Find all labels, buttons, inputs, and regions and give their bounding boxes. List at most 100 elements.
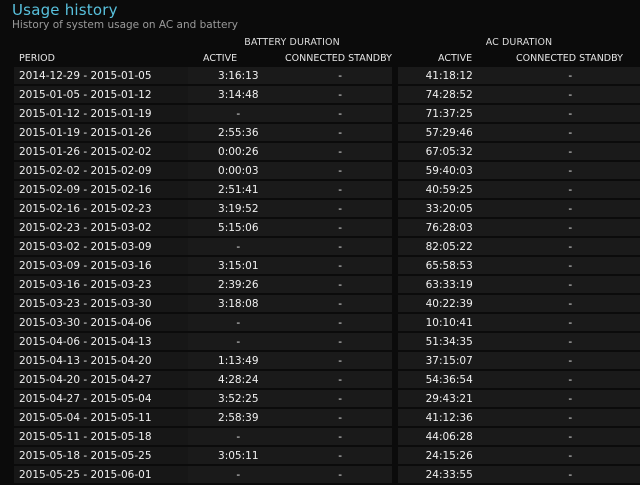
battery-active-cell: -: [188, 238, 289, 255]
usage-history-table: 2014-12-29 - 2015-01-05 3:16:13-41:18:12-…: [14, 65, 640, 485]
battery-active-cell: 3:16:13: [188, 67, 289, 84]
battery-active-cell: -: [188, 428, 289, 445]
ac-active-cell: 24:33:55: [397, 466, 501, 483]
battery-active-cell: 3:19:52: [188, 200, 289, 217]
battery-standby-cell: -: [288, 390, 398, 407]
ac-active-cell: 51:34:35: [397, 333, 501, 350]
ac-standby-cell: -: [500, 409, 640, 426]
table-row: 2015-04-20 - 2015-04-27 4:28:24-54:36:54-: [14, 371, 640, 388]
period-cell: 2015-01-19 - 2015-01-26: [14, 124, 189, 141]
ac-active-cell: 44:06:28: [397, 428, 501, 445]
ac-active-cell: 67:05:32: [397, 143, 501, 160]
table-row: 2015-04-06 - 2015-04-13- -51:34:35-: [14, 333, 640, 350]
column-header-ac-standby: CONNECTED STANDBY: [516, 53, 623, 64]
ac-standby-cell: -: [500, 67, 640, 84]
period-cell: 2015-05-25 - 2015-06-01: [14, 466, 189, 483]
period-cell: 2015-03-02 - 2015-03-09: [14, 238, 189, 255]
battery-active-cell: -: [188, 314, 289, 331]
ac-active-cell: 74:28:52: [397, 86, 501, 103]
period-cell: 2015-01-05 - 2015-01-12: [14, 86, 189, 103]
column-header-period: PERIOD: [19, 53, 55, 64]
table-row: 2014-12-29 - 2015-01-05 3:16:13-41:18:12-: [14, 67, 640, 84]
period-cell: 2015-04-06 - 2015-04-13: [14, 333, 189, 350]
table-row: 2015-03-23 - 2015-03-30 3:18:08-40:22:39-: [14, 295, 640, 312]
battery-active-cell: 0:00:26: [188, 143, 289, 160]
page-subtitle: History of system usage on AC and batter…: [12, 19, 238, 31]
column-header-row: PERIOD ACTIVE CONNECTED STANDBY ACTIVE C…: [0, 53, 640, 64]
battery-active-cell: 3:15:01: [188, 257, 289, 274]
ac-active-cell: 40:22:39: [397, 295, 501, 312]
battery-active-cell: 0:00:03: [188, 162, 289, 179]
ac-standby-cell: -: [500, 447, 640, 464]
battery-active-cell: 3:05:11: [188, 447, 289, 464]
ac-duration-header: AC DURATION: [485, 37, 553, 48]
ac-active-cell: 37:15:07: [397, 352, 501, 369]
ac-standby-cell: -: [500, 86, 640, 103]
period-cell: 2015-02-09 - 2015-02-16: [14, 181, 189, 198]
ac-active-cell: 82:05:22: [397, 238, 501, 255]
battery-active-cell: 3:52:25: [188, 390, 289, 407]
battery-standby-cell: -: [288, 124, 398, 141]
battery-active-cell: 3:18:08: [188, 295, 289, 312]
battery-standby-cell: -: [288, 466, 398, 483]
ac-active-cell: 41:18:12: [397, 67, 501, 84]
page-title: Usage history: [12, 1, 118, 19]
battery-standby-cell: -: [288, 67, 398, 84]
battery-standby-cell: -: [288, 371, 398, 388]
table-row: 2015-01-19 - 2015-01-26 2:55:36-57:29:46-: [14, 124, 640, 141]
battery-standby-cell: -: [288, 257, 398, 274]
table-row: 2015-03-02 - 2015-03-09- -82:05:22-: [14, 238, 640, 255]
table-row: 2015-03-16 - 2015-03-23 2:39:26-63:33:19-: [14, 276, 640, 293]
battery-active-cell: -: [188, 105, 289, 122]
period-cell: 2015-02-23 - 2015-03-02: [14, 219, 189, 236]
period-cell: 2015-04-27 - 2015-05-04: [14, 390, 189, 407]
ac-standby-cell: -: [500, 333, 640, 350]
ac-active-cell: 10:10:41: [397, 314, 501, 331]
table-row: 2015-02-09 - 2015-02-16 2:51:41-40:59:25-: [14, 181, 640, 198]
period-cell: 2015-01-12 - 2015-01-19: [14, 105, 189, 122]
ac-standby-cell: -: [500, 257, 640, 274]
ac-active-cell: 33:20:05: [397, 200, 501, 217]
period-cell: 2015-04-20 - 2015-04-27: [14, 371, 189, 388]
battery-active-cell: 4:28:24: [188, 371, 289, 388]
battery-active-cell: 2:39:26: [188, 276, 289, 293]
table-row: 2015-02-16 - 2015-02-23 3:19:52-33:20:05-: [14, 200, 640, 217]
ac-active-cell: 40:59:25: [397, 181, 501, 198]
ac-active-cell: 57:29:46: [397, 124, 501, 141]
battery-standby-cell: -: [288, 295, 398, 312]
table-row: 2015-05-11 - 2015-05-18- -44:06:28-: [14, 428, 640, 445]
ac-standby-cell: -: [500, 352, 640, 369]
ac-active-cell: 65:58:53: [397, 257, 501, 274]
period-cell: 2015-05-18 - 2015-05-25: [14, 447, 189, 464]
ac-standby-cell: -: [500, 314, 640, 331]
table-row: 2015-03-30 - 2015-04-06- -10:10:41-: [14, 314, 640, 331]
period-cell: 2015-05-11 - 2015-05-18: [14, 428, 189, 445]
period-cell: 2015-02-02 - 2015-02-09: [14, 162, 189, 179]
battery-standby-cell: -: [288, 428, 398, 445]
period-cell: 2015-04-13 - 2015-04-20: [14, 352, 189, 369]
ac-standby-cell: -: [500, 371, 640, 388]
battery-active-cell: 2:55:36: [188, 124, 289, 141]
period-cell: 2015-03-30 - 2015-04-06: [14, 314, 189, 331]
table-row: 2015-01-05 - 2015-01-12 3:14:48-74:28:52-: [14, 86, 640, 103]
ac-active-cell: 63:33:19: [397, 276, 501, 293]
table-row: 2015-05-25 - 2015-06-01- -24:33:55-: [14, 466, 640, 483]
battery-active-cell: 2:58:39: [188, 409, 289, 426]
period-cell: 2015-02-16 - 2015-02-23: [14, 200, 189, 217]
ac-active-cell: 59:40:03: [397, 162, 501, 179]
table-row: 2015-05-04 - 2015-05-11 2:58:39-41:12:36-: [14, 409, 640, 426]
table-row: 2015-02-02 - 2015-02-09 0:00:03-59:40:03-: [14, 162, 640, 179]
column-header-battery-active: ACTIVE: [203, 53, 238, 64]
battery-active-cell: 3:14:48: [188, 86, 289, 103]
period-cell: 2015-03-16 - 2015-03-23: [14, 276, 189, 293]
period-cell: 2015-01-26 - 2015-02-02: [14, 143, 189, 160]
ac-standby-cell: -: [500, 428, 640, 445]
ac-standby-cell: -: [500, 219, 640, 236]
ac-active-cell: 71:37:25: [397, 105, 501, 122]
battery-active-cell: -: [188, 333, 289, 350]
ac-standby-cell: -: [500, 466, 640, 483]
battery-standby-cell: -: [288, 143, 398, 160]
battery-active-cell: 2:51:41: [188, 181, 289, 198]
ac-standby-cell: -: [500, 105, 640, 122]
ac-standby-cell: -: [500, 200, 640, 217]
